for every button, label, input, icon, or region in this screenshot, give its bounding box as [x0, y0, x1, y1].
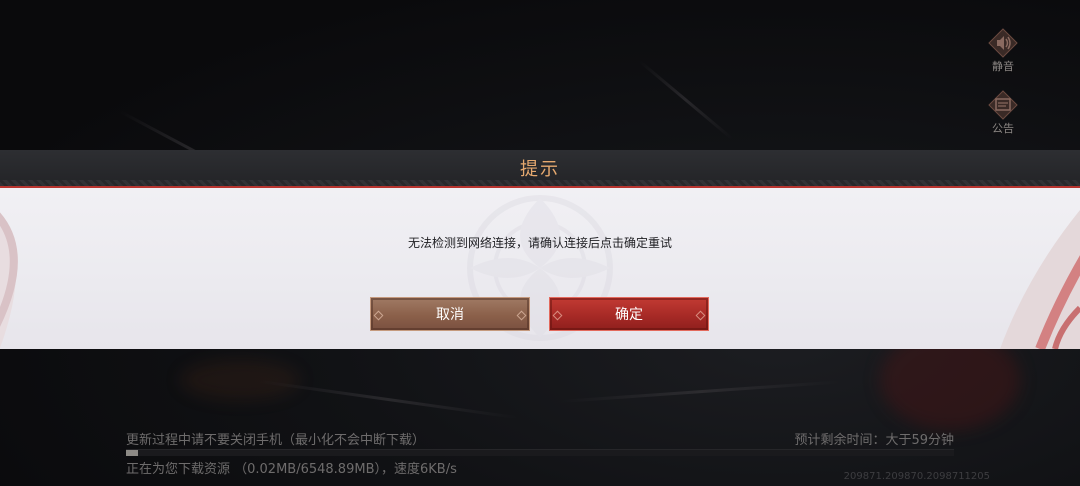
download-status: 正在为您下载资源 （0.02MB/6548.89MB），速度6KB/s	[126, 462, 457, 477]
network-error-dialog: 提示 无法检测到网络连接，请确认连接后点击确定重试 取消 确定	[0, 150, 1080, 349]
version-text: 209871.209870.2098711205	[843, 471, 990, 482]
mute-label: 静音	[992, 60, 1014, 73]
button-ornament	[695, 310, 706, 321]
download-progress-bar	[126, 449, 954, 456]
decorative-swoosh-left	[0, 212, 18, 348]
confirm-button[interactable]: 确定	[549, 297, 709, 331]
background-streak	[559, 380, 840, 403]
cancel-button-label: 取消	[436, 307, 464, 323]
decorative-swoosh-right	[1000, 210, 1080, 349]
dialog-body: 无法检测到网络连接，请确认连接后点击确定重试 取消 确定	[0, 188, 1080, 349]
button-ornament	[552, 310, 563, 321]
update-notice: 更新过程中请不要关闭手机（最小化不会中断下载）	[126, 433, 426, 448]
button-ornament	[516, 310, 527, 321]
mute-button[interactable]: 静音	[988, 28, 1018, 74]
game-screen: 静音 公告 提示 无法检测到网络连接，请确认连接后点击确定重试 取消 确定 更新…	[0, 0, 1080, 486]
background-glow	[180, 360, 300, 400]
cancel-button[interactable]: 取消	[370, 297, 530, 331]
speaker-icon	[988, 28, 1018, 58]
eta-text: 预计剩余时间：大于59分钟	[794, 433, 954, 448]
download-progress-fill	[126, 450, 138, 456]
background-streak	[639, 60, 733, 140]
dialog-message: 无法检测到网络连接，请确认连接后点击确定重试	[407, 236, 672, 250]
dialog-title: 提示	[520, 159, 560, 180]
background-streak	[259, 380, 518, 420]
confirm-button-label: 确定	[615, 307, 643, 323]
dialog-header: 提示	[0, 150, 1080, 188]
notice-board-icon	[988, 90, 1018, 120]
button-ornament	[373, 310, 384, 321]
notice-button[interactable]: 公告	[988, 90, 1018, 136]
notice-label: 公告	[992, 122, 1014, 135]
